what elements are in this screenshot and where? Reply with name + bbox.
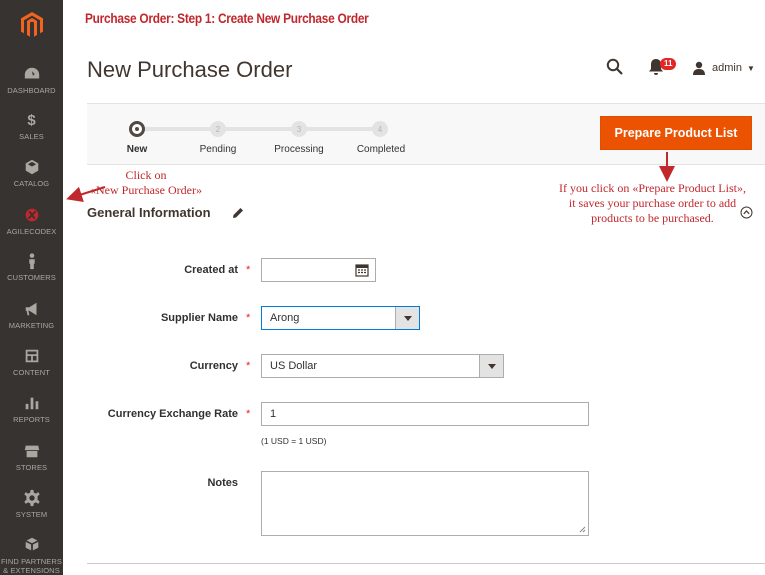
admin-sidebar: DASHBOARD $ SALES CATALOG AGILECODEX CUS… (0, 0, 63, 575)
sidebar-item-agilecodex[interactable]: AGILECODEX (0, 205, 63, 253)
chevron-down-icon: ▼ (746, 63, 755, 73)
step-marker-completed: 4 (372, 121, 388, 137)
step-label-processing: Processing (274, 144, 324, 155)
app-root: DASHBOARD $ SALES CATALOG AGILECODEX CUS… (0, 0, 765, 575)
exchange-rate-note: (1 USD = 1 USD) (261, 436, 327, 446)
section-divider (87, 563, 765, 564)
supplier-name-label: Supplier Name (160, 312, 238, 324)
megaphone-icon (22, 299, 42, 319)
gear-icon (22, 488, 42, 508)
annotation-text: If you click on «Prepare Product List», (559, 181, 746, 195)
currency-select[interactable]: US Dollar (261, 354, 504, 378)
sidebar-item-catalog[interactable]: CATALOG (0, 157, 63, 205)
required-marker: * (246, 312, 251, 324)
layout-icon (22, 346, 42, 366)
magento-logo-icon (20, 12, 43, 37)
person-icon (22, 251, 42, 271)
sidebar-item-label: CONTENT (13, 368, 50, 377)
annotation-text: it saves your purchase order to add (568, 196, 737, 210)
calendar-icon[interactable] (355, 263, 369, 277)
resize-handle-icon[interactable] (579, 526, 586, 533)
dollar-icon: $ (27, 111, 36, 129)
step-marker-processing: 3 (291, 121, 307, 137)
exchange-rate-value: 1 (270, 408, 277, 420)
annotation-text: «New Purchase Order» (90, 183, 202, 197)
sidebar-item-find-partners[interactable]: FIND PARTNERS & EXTENSIONS (0, 535, 63, 575)
chevron-down-icon (479, 355, 503, 377)
prepare-product-list-button[interactable]: Prepare Product List (600, 116, 752, 150)
store-icon (22, 441, 42, 461)
sidebar-item-label: MARKETING (8, 321, 55, 330)
step-marker-new (129, 121, 145, 137)
sidebar-item-label: CUSTOMERS (7, 273, 56, 282)
created-at-label: Created at (184, 264, 238, 276)
annotation-prepare-product-list: If you click on «Prepare Product List», … (540, 181, 765, 226)
sidebar-item-label: CATALOG (13, 179, 50, 188)
sidebar-item-system[interactable]: SYSTEM (0, 488, 63, 536)
sidebar-item-label: REPORTS (13, 415, 50, 424)
user-icon (693, 61, 705, 75)
sidebar-item-sales[interactable]: $ SALES (0, 110, 63, 158)
required-marker: * (246, 408, 251, 420)
required-marker: * (246, 264, 251, 276)
box-icon (22, 157, 42, 177)
magento-logo[interactable] (0, 0, 63, 50)
page-title: New Purchase Order (87, 57, 293, 82)
notes-label: Notes (207, 477, 238, 489)
notes-textarea[interactable] (261, 471, 589, 536)
tutorial-title: Purchase Order: Step 1: Create New Purch… (85, 11, 369, 26)
annotation-text: products to be purchased. (591, 211, 714, 225)
step-label-new: New (126, 144, 148, 155)
user-name: admin (712, 62, 742, 74)
chevron-down-icon (395, 307, 419, 329)
sidebar-item-stores[interactable]: STORES (0, 441, 63, 489)
sidebar-item-content[interactable]: CONTENT (0, 346, 63, 394)
bar-chart-icon (22, 393, 42, 413)
dashboard-icon (22, 64, 42, 84)
search-icon[interactable] (606, 58, 626, 78)
sidebar-item-label: AGILECODEX (6, 227, 57, 236)
agilecodex-icon (22, 205, 42, 225)
cubes-icon (22, 535, 42, 555)
sidebar-item-label: SALES (19, 132, 44, 141)
pencil-edit-icon[interactable] (232, 206, 244, 218)
supplier-name-value: Arong (270, 312, 300, 324)
created-at-input[interactable] (261, 258, 376, 282)
sidebar-item-label: DASHBOARD (7, 86, 56, 95)
step-marker-pending: 2 (210, 121, 226, 137)
step-label-completed: Completed (356, 144, 406, 155)
currency-label: Currency (189, 360, 238, 372)
exchange-rate-label: Currency Exchange Rate (107, 408, 238, 420)
sidebar-item-dashboard[interactable]: DASHBOARD (0, 64, 63, 112)
sidebar-item-marketing[interactable]: MARKETING (0, 299, 63, 347)
user-account-menu[interactable]: admin ▼ (692, 59, 755, 77)
supplier-name-select[interactable]: Arong (261, 306, 420, 330)
sidebar-item-label: SYSTEM (15, 510, 48, 519)
annotation-text: Click on (125, 168, 167, 182)
sidebar-item-label: FIND PARTNERS & EXTENSIONS (0, 557, 63, 575)
annotation-new-purchase-order: Click on «New Purchase Order» (68, 168, 224, 198)
collapse-section-icon[interactable] (740, 206, 753, 219)
step-label-pending: Pending (199, 144, 237, 155)
section-title-general-information: General Information (87, 205, 211, 220)
exchange-rate-input[interactable]: 1 (261, 402, 589, 426)
currency-value: US Dollar (270, 360, 318, 372)
progress-track (137, 127, 379, 131)
required-marker: * (246, 360, 251, 372)
sidebar-item-label: STORES (15, 463, 48, 472)
sidebar-item-reports[interactable]: REPORTS (0, 393, 63, 441)
notification-count-badge: 11 (660, 58, 677, 70)
sidebar-item-customers[interactable]: CUSTOMERS (0, 251, 63, 299)
